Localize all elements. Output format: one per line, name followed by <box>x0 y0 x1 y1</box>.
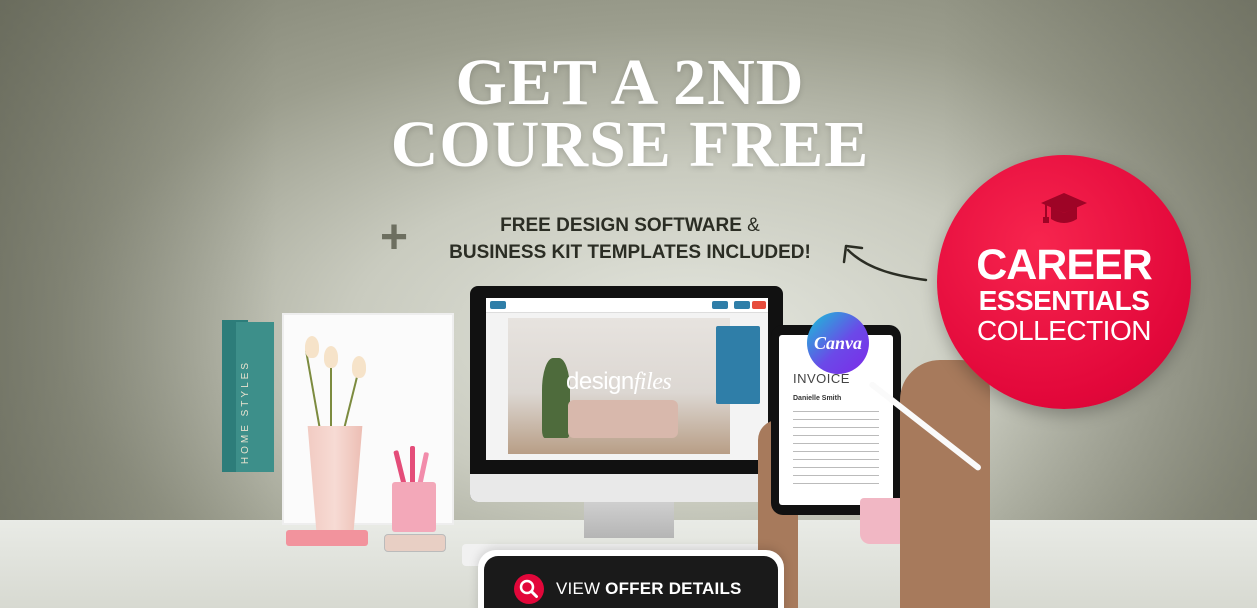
headline-line-2: COURSE FREE <box>390 108 870 181</box>
career-essentials-badge: CAREER ESSENTIALS COLLECTION <box>937 155 1191 409</box>
search-icon <box>514 574 544 604</box>
badge-line-2: ESSENTIALS <box>978 285 1150 316</box>
cta-label-light: VIEW <box>556 579 606 598</box>
computer-monitor: designfiles <box>470 286 783 502</box>
promo-banner: HOME STYLES GET A 2ND COURSE FREE + FREE… <box>0 0 1257 608</box>
tulip <box>324 346 338 368</box>
monitor-stand <box>584 502 674 538</box>
share-button <box>712 301 728 309</box>
invoice-table <box>793 411 879 491</box>
download-button <box>734 301 750 309</box>
subheadline-line-2: BUSINESS KIT TEMPLATES INCLUDED! <box>420 239 840 266</box>
tulip <box>305 336 319 358</box>
interior-photo: designfiles <box>508 318 730 454</box>
graduation-cap-icon <box>1041 193 1087 223</box>
cta-label[interactable]: VIEW OFFER DETAILS <box>556 579 742 599</box>
cta-inner[interactable]: VIEW OFFER DETAILS <box>484 556 778 608</box>
subheadline-line-1: FREE DESIGN SOFTWARE & <box>420 212 840 239</box>
logo-design: design <box>566 368 634 395</box>
cta-label-bold: OFFER DETAILS <box>605 579 742 598</box>
subheadline-bold-2: BUSINESS KIT TEMPLATES <box>449 242 702 263</box>
plus-icon: + <box>380 211 409 264</box>
subheadline-bold: FREE DESIGN SOFTWARE <box>500 215 742 236</box>
curved-arrow-icon <box>842 244 928 282</box>
hand <box>900 360 990 608</box>
sofa <box>568 400 678 438</box>
save-button <box>752 301 766 309</box>
invoice-name: Danielle Smith <box>793 395 842 402</box>
pencil-cup <box>392 482 436 532</box>
book-spine-text: HOME STYLES <box>240 360 251 465</box>
headline: GET A 2ND COURSE FREE <box>330 46 930 181</box>
badge-line-3: COLLECTION <box>977 315 1151 346</box>
pencil <box>410 446 415 486</box>
search-icon-glyph <box>519 579 538 598</box>
designfiles-logo: designfiles <box>566 368 672 396</box>
logo-files: files <box>633 369 672 395</box>
badge-line-1: CAREER <box>976 241 1153 289</box>
headline-line-1: GET A 2ND <box>455 46 805 119</box>
phone <box>384 534 446 552</box>
canva-logo: Canva <box>807 312 869 374</box>
notebook <box>286 530 368 546</box>
tulip <box>352 356 366 378</box>
monitor-screen: designfiles <box>486 298 768 460</box>
flower-stem <box>330 360 332 430</box>
app-logo-icon <box>490 301 506 309</box>
properties-panel <box>716 326 760 404</box>
subheadline-included: INCLUDED! <box>701 242 811 263</box>
subheadline: FREE DESIGN SOFTWARE & BUSINESS KIT TEMP… <box>420 212 840 266</box>
subheadline-ampersand: & <box>741 215 760 236</box>
monitor-chin <box>470 474 783 502</box>
app-toolbar <box>486 298 768 313</box>
view-offer-details-button[interactable]: VIEW OFFER DETAILS <box>478 550 784 608</box>
